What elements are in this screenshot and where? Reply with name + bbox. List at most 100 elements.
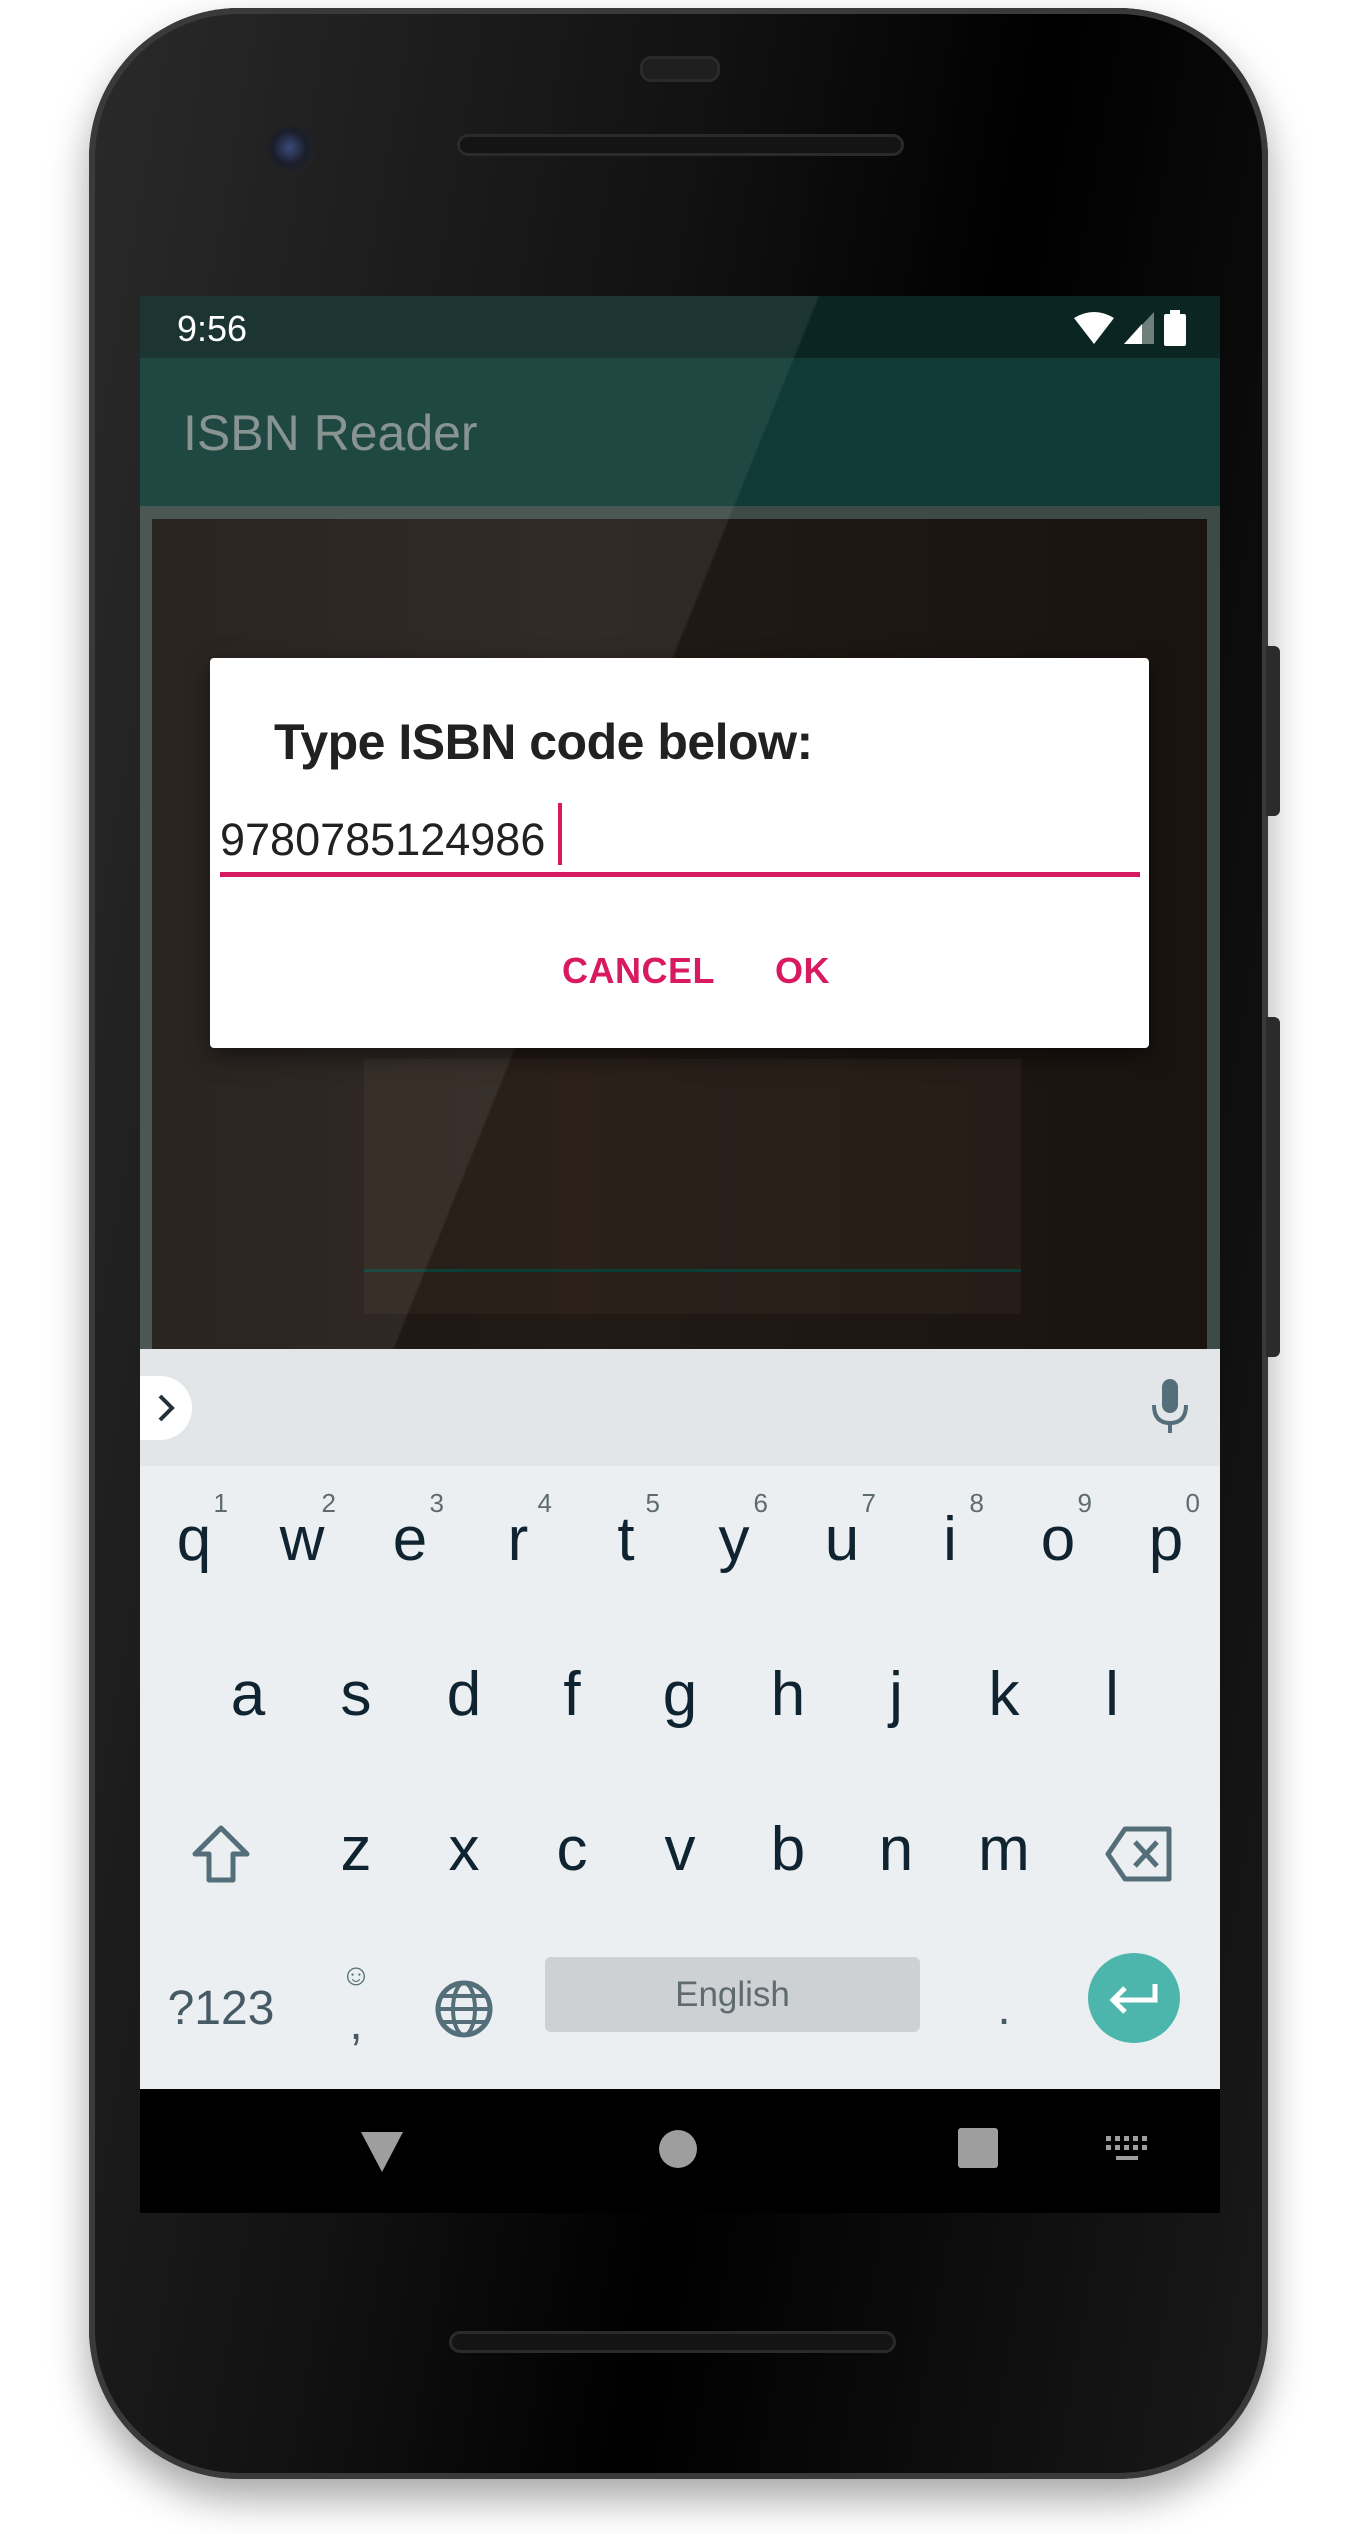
wifi-icon xyxy=(1074,312,1114,344)
key-t[interactable]: 5t xyxy=(572,1466,680,1621)
key-label: h xyxy=(770,1660,806,1729)
key-d[interactable]: d xyxy=(410,1621,518,1776)
globe-icon xyxy=(435,1980,493,2037)
key-l[interactable]: l xyxy=(1058,1621,1166,1776)
power-button xyxy=(1266,646,1280,816)
key-label: l xyxy=(1105,1660,1119,1729)
key-q[interactable]: 1q xyxy=(140,1466,248,1621)
period-key[interactable]: . xyxy=(950,1931,1058,2086)
key-a[interactable]: a xyxy=(194,1621,302,1776)
front-camera xyxy=(268,126,316,174)
key-label: y xyxy=(718,1505,750,1574)
key-g[interactable]: g xyxy=(626,1621,734,1776)
key-label: s xyxy=(340,1660,372,1729)
key-f[interactable]: f xyxy=(518,1621,626,1776)
key-hint: 4 xyxy=(537,1488,552,1518)
comma-key[interactable]: ☺ , xyxy=(302,1931,410,2086)
key-label: t xyxy=(617,1505,635,1574)
key-label: b xyxy=(770,1815,806,1884)
key-z[interactable]: z xyxy=(302,1776,410,1931)
soft-keyboard: 1q2w3e4r5t6y7u8i9o0p asdfghjkl zxcvbnm ?… xyxy=(140,1349,1220,2089)
signal-icon xyxy=(1124,312,1154,344)
key-hint: 9 xyxy=(1077,1488,1092,1518)
microphone-icon[interactable] xyxy=(1150,1379,1190,1435)
status-bar: 9:56 xyxy=(140,296,1220,358)
key-label: w xyxy=(279,1505,325,1574)
key-p[interactable]: 0p xyxy=(1112,1466,1220,1621)
text-caret xyxy=(558,803,562,865)
emoji-hint-icon: ☺ xyxy=(340,1959,372,1992)
key-u[interactable]: 7u xyxy=(788,1466,896,1621)
enter-key[interactable] xyxy=(1088,1953,1180,2043)
key-hint: 6 xyxy=(753,1488,768,1518)
key-label: a xyxy=(230,1660,266,1729)
key-y[interactable]: 6y xyxy=(680,1466,788,1621)
battery-icon xyxy=(1164,310,1186,346)
key-s[interactable]: s xyxy=(302,1621,410,1776)
status-time: 9:56 xyxy=(177,308,248,349)
backspace-icon xyxy=(1105,1826,1172,1881)
ok-button[interactable]: OK xyxy=(775,950,830,992)
key-j[interactable]: j xyxy=(842,1621,950,1776)
key-v[interactable]: v xyxy=(626,1776,734,1931)
key-row-3: z x c v b nm xyxy=(140,1776,1220,1931)
app-title: ISBN Reader xyxy=(183,405,478,461)
key-m[interactable]: m xyxy=(950,1776,1058,1931)
key-r[interactable]: 4r xyxy=(464,1466,572,1621)
isbn-input[interactable] xyxy=(220,808,1140,877)
key-k[interactable]: k xyxy=(950,1621,1058,1776)
suggestion-strip xyxy=(140,1349,1220,1466)
key-label: p xyxy=(1148,1505,1184,1574)
space-key[interactable]: English xyxy=(545,1957,920,2032)
screen: 9:56 ISBN Reader Type ISBN code below: C… xyxy=(140,296,1220,2213)
key-e[interactable]: 3e xyxy=(356,1466,464,1621)
symbols-key[interactable]: ?123 xyxy=(140,1931,302,2086)
bottom-speaker xyxy=(449,2331,896,2353)
key-label: e xyxy=(392,1505,428,1574)
home-icon[interactable] xyxy=(659,2130,697,2168)
backspace-key[interactable] xyxy=(1058,1776,1220,1931)
key-h[interactable]: h xyxy=(734,1621,842,1776)
key-row-2: a s d f g hjk l xyxy=(140,1621,1220,1776)
key-label: i xyxy=(943,1505,957,1574)
key-label: f xyxy=(563,1660,581,1729)
chevron-right-icon xyxy=(158,1394,175,1422)
enter-icon xyxy=(1109,1984,1158,2014)
scan-line xyxy=(364,1269,1021,1272)
key-label: m xyxy=(978,1815,1030,1884)
key-label: g xyxy=(662,1660,698,1729)
key-row-4: ?123 ☺ , English . xyxy=(140,1931,1220,2086)
key-x[interactable]: x xyxy=(410,1776,518,1931)
navigation-bar xyxy=(140,2089,1220,2213)
recents-icon[interactable] xyxy=(958,2128,998,2168)
key-c[interactable]: c xyxy=(518,1776,626,1931)
key-i[interactable]: 8i xyxy=(896,1466,1004,1621)
cancel-button[interactable]: CANCEL xyxy=(562,950,715,992)
key-label: u xyxy=(824,1505,860,1574)
key-n[interactable]: n xyxy=(842,1776,950,1931)
keyboard-switch-icon[interactable] xyxy=(1106,2136,1150,2162)
key-label: v xyxy=(664,1815,696,1884)
key-label: d xyxy=(446,1660,482,1729)
key-hint: 0 xyxy=(1185,1488,1200,1518)
key-hint: 1 xyxy=(213,1488,228,1518)
volume-button xyxy=(1266,1017,1280,1357)
key-hint: 3 xyxy=(429,1488,444,1518)
key-hint: 2 xyxy=(321,1488,336,1518)
language-key[interactable] xyxy=(410,1931,518,2086)
key-label: k xyxy=(988,1660,1020,1729)
back-icon[interactable] xyxy=(361,2132,403,2172)
comma-label: , xyxy=(349,1997,363,2050)
key-hint: 7 xyxy=(861,1488,876,1518)
key-w[interactable]: 2w xyxy=(248,1466,356,1621)
key-o[interactable]: 9o xyxy=(1004,1466,1112,1621)
key-label: x xyxy=(448,1815,480,1884)
key-b[interactable]: b xyxy=(734,1776,842,1931)
top-speaker xyxy=(457,134,904,156)
expand-toolbar-button[interactable] xyxy=(140,1376,192,1440)
key-label: o xyxy=(1040,1505,1076,1574)
shift-key[interactable] xyxy=(140,1776,302,1931)
key-label: c xyxy=(556,1815,588,1884)
key-row-1: 1q2w3e4r5t6y7u8i9o0p xyxy=(140,1466,1220,1621)
dialog-title: Type ISBN code below: xyxy=(274,714,813,770)
